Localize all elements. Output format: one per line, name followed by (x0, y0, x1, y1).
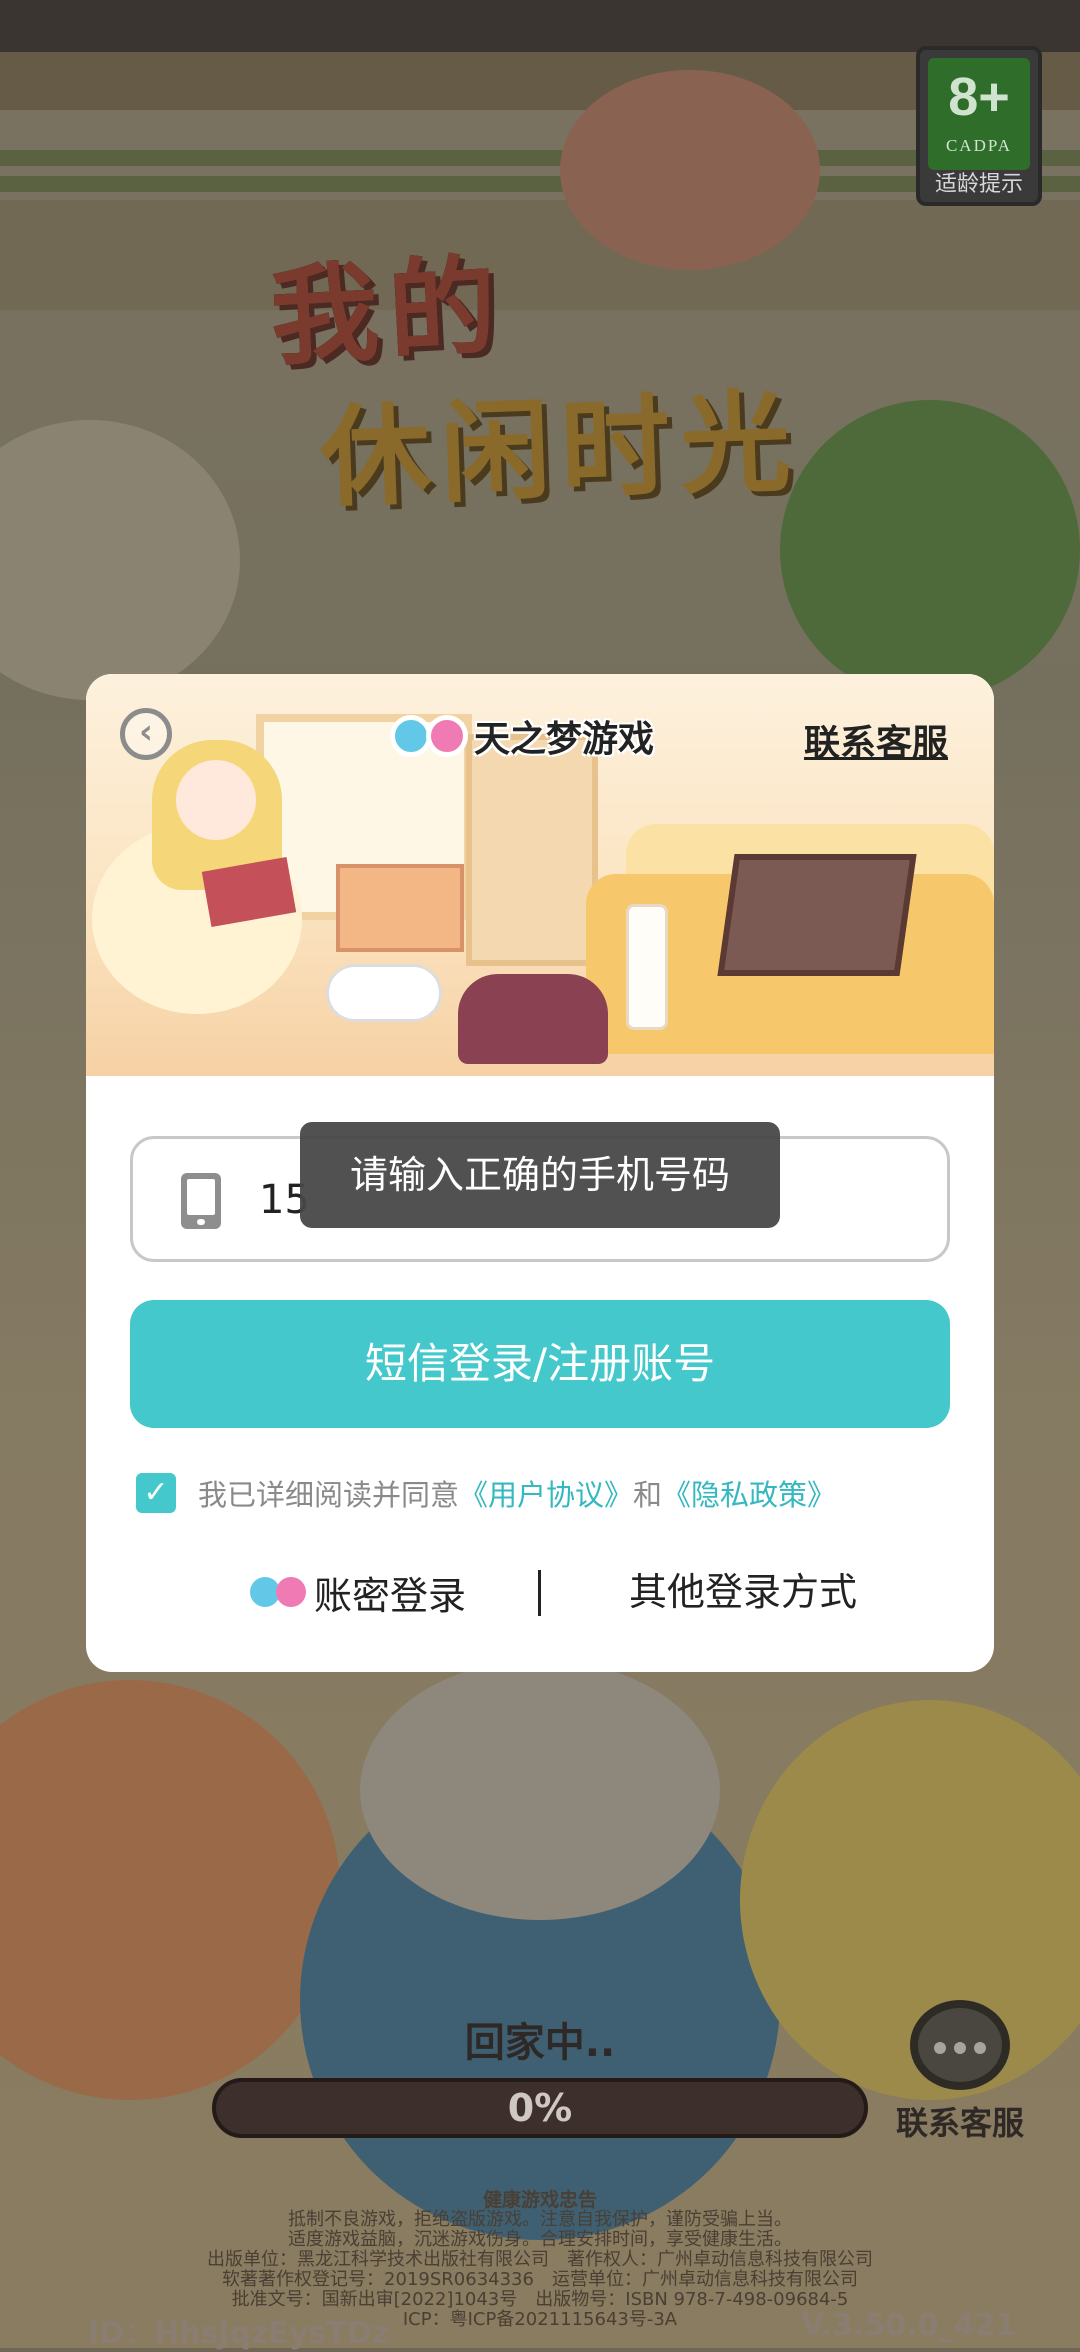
chat-bubble-icon (910, 2000, 1010, 2090)
brand-logo: 天之梦游戏 (390, 710, 654, 762)
gamepad-logo-icon (390, 715, 468, 757)
banner-bookshelf (466, 734, 598, 966)
banner-laptop (717, 854, 917, 976)
age-rating-org: CADPA (945, 136, 1013, 155)
agreement-text: 我已详细阅读并同意 (198, 1478, 460, 1512)
approval-line: 批准文号：国新出审[2022]1043号 出版物号：ISBN 978-7-498… (231, 2289, 849, 2310)
alternative-login-row: 账密登录 其他登录方式 (86, 1560, 994, 1624)
publisher-line: 出版单位：黑龙江科学技术出版社有限公司 著作权人：广州卓动信息科技有限公司 (207, 2249, 873, 2270)
health-notice-line: 抵制不良游戏，拒绝盗版游戏。注意自我保护，谨防受骗上当。 (288, 2209, 792, 2230)
version-label: V.3.50.0_421 (801, 2308, 1016, 2343)
contact-support-link[interactable]: 联系客服 (804, 714, 948, 766)
divider (538, 1570, 541, 1616)
banner-cat (326, 964, 442, 1022)
health-notice-line: 适度游戏益脑，沉迷游戏伤身。合理安排时间，享受健康生活。 (288, 2229, 792, 2250)
background-shelf (0, 200, 1080, 310)
mobile-phone-icon (181, 1173, 221, 1229)
device-id: ID：HhsJqzEysTDz (88, 2316, 390, 2351)
banner-vase (626, 904, 668, 1030)
agreement-checkbox[interactable]: ✓ (136, 1473, 176, 1513)
bird-illustration (0, 420, 240, 700)
error-toast: 请输入正确的手机号码 (300, 1122, 780, 1228)
banner-telephone (458, 974, 608, 1064)
other-login-button[interactable]: 其他登录方式 (629, 1560, 857, 1624)
loading-progress-bar: 0% (212, 2078, 868, 2138)
age-rating-tip: 适龄提示 (934, 172, 1023, 197)
sms-login-button[interactable]: 短信登录/注册账号 (130, 1300, 950, 1428)
health-notice-title: 健康游戏忠告 (482, 2189, 597, 2211)
gamepad-logo-icon (250, 1577, 306, 1607)
user-agreement-link[interactable]: 《用户协议》 (459, 1472, 633, 1514)
privacy-policy-link[interactable]: 《隐私政策》 (662, 1472, 836, 1514)
floating-support-label: 联系客服 (895, 2104, 1024, 2142)
age-rating-badge[interactable]: 8+ CADPA 适龄提示 (916, 46, 1042, 206)
login-dialog: ‹ 天之梦游戏 联系客服 15 请输入正确的手机号码 短信登录/注册账号 ✓ 我… (86, 674, 994, 1672)
back-button[interactable]: ‹ (120, 708, 172, 760)
floating-support-button[interactable]: 联系客服 (880, 2000, 1040, 2150)
chevron-left-icon: ‹ (138, 712, 153, 752)
bird-illustration (780, 400, 1080, 700)
banner-box (336, 864, 464, 952)
game-title-line1: 我的 (267, 243, 510, 382)
copyright-line: 软著著作权登记号：2019SR0634336 运营单位：广州卓动信息科技有限公司 (222, 2269, 858, 2290)
agreement-row: ✓ 我已详细阅读并同意 《用户协议》 和 《隐私政策》 (136, 1472, 836, 1514)
checkmark-icon: ✓ (143, 1475, 169, 1510)
game-title-line2: 休闲时光 (318, 377, 803, 523)
agreement-and: 和 (633, 1478, 663, 1512)
progress-percent: 0% (507, 2086, 573, 2130)
white-bird-illustration (360, 1660, 720, 1920)
account-login-label: 账密登录 (314, 1573, 467, 1618)
snail-illustration (560, 70, 820, 270)
account-login-button[interactable]: 账密登录 (250, 1560, 466, 1624)
status-bar-area (0, 0, 1080, 52)
banner-girl-face (176, 760, 256, 840)
brand-name: 天之梦游戏 (474, 719, 655, 760)
age-rating-value: 8+ (948, 67, 1010, 127)
